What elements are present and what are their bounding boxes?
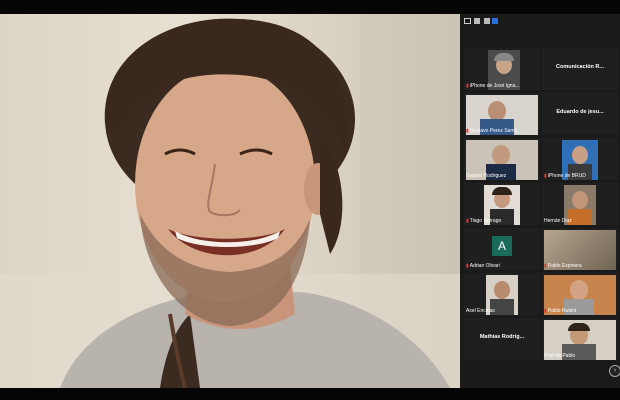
participant-name: Gabriel Rodriguez [466, 173, 507, 179]
participant-tile[interactable]: ▮Gustavo Perez Sarmi... [464, 93, 540, 135]
bottom-window-bar [0, 388, 620, 400]
mic-muted-icon: ▮ [466, 218, 469, 224]
grid-view-icon[interactable] [484, 18, 490, 24]
participants-gallery-panel: ▮iPhone de José Igna... Comunicación R..… [460, 14, 620, 388]
gallery-toolbar [460, 14, 620, 28]
speaker-image [0, 14, 462, 388]
mic-muted-icon: ▮ [466, 83, 469, 89]
participant-avatar: A [492, 236, 512, 256]
participant-name: iPhone de José Igna... [469, 83, 520, 89]
participant-name: Tiago Serrago [469, 218, 502, 224]
participant-tile[interactable]: Comunicación R... [542, 48, 618, 90]
grid-view-icon[interactable] [474, 18, 480, 24]
participant-name: Pablo Rubini [547, 308, 577, 314]
participant-tile[interactable]: ▮iPhone de BRUD [542, 138, 618, 180]
mic-muted-icon: ▮ [544, 308, 547, 314]
participant-name: Adrian Olivari [469, 263, 500, 269]
participant-tile[interactable]: ▮Tiago Serrago [464, 183, 540, 225]
participant-name: Eduardo de jesu... [556, 109, 604, 115]
participant-name: Pablo Espinera [547, 263, 582, 269]
mic-muted-icon: ▮ [466, 128, 469, 134]
participant-name: Mathias Rodrig... [479, 334, 525, 340]
participant-tile[interactable]: Mathias Rodrig... [464, 318, 540, 360]
participant-tile[interactable]: Hernán Diaz [542, 183, 618, 225]
mic-muted-icon: ▮ [544, 173, 547, 179]
participant-name: iPad de Pablo [544, 353, 576, 359]
speaker-view-icon[interactable] [464, 18, 471, 24]
close-icon[interactable] [492, 18, 498, 24]
chevron-right-icon[interactable]: › [609, 365, 620, 377]
participant-tile[interactable]: Eduardo de jesu... [542, 93, 618, 135]
participant-tile[interactable]: A ▮Adrian Olivari [464, 228, 540, 270]
participant-tile[interactable]: ▮Pablo Rubini [542, 273, 618, 315]
participant-name: Axel Encinas [466, 308, 495, 314]
participant-tile[interactable]: ▮iPhone de José Igna... [464, 48, 540, 90]
participant-tile[interactable]: ▮Pablo Espinera [542, 228, 618, 270]
mic-muted-icon: ▮ [544, 263, 547, 269]
participant-tile[interactable]: Gabriel Rodriguez [464, 138, 540, 180]
participant-name: Hernán Diaz [544, 218, 572, 224]
top-window-bar [0, 0, 620, 14]
participant-name: Comunicación R... [556, 64, 604, 70]
participant-tile[interactable]: iPad de Pablo [542, 318, 618, 360]
participant-name: Gustavo Perez Sarmi... [469, 128, 522, 134]
participant-tile[interactable]: Axel Encinas [464, 273, 540, 315]
mic-muted-icon: ▮ [466, 263, 469, 269]
participant-name: iPhone de BRUD [547, 173, 586, 179]
active-speaker-video [0, 14, 462, 388]
